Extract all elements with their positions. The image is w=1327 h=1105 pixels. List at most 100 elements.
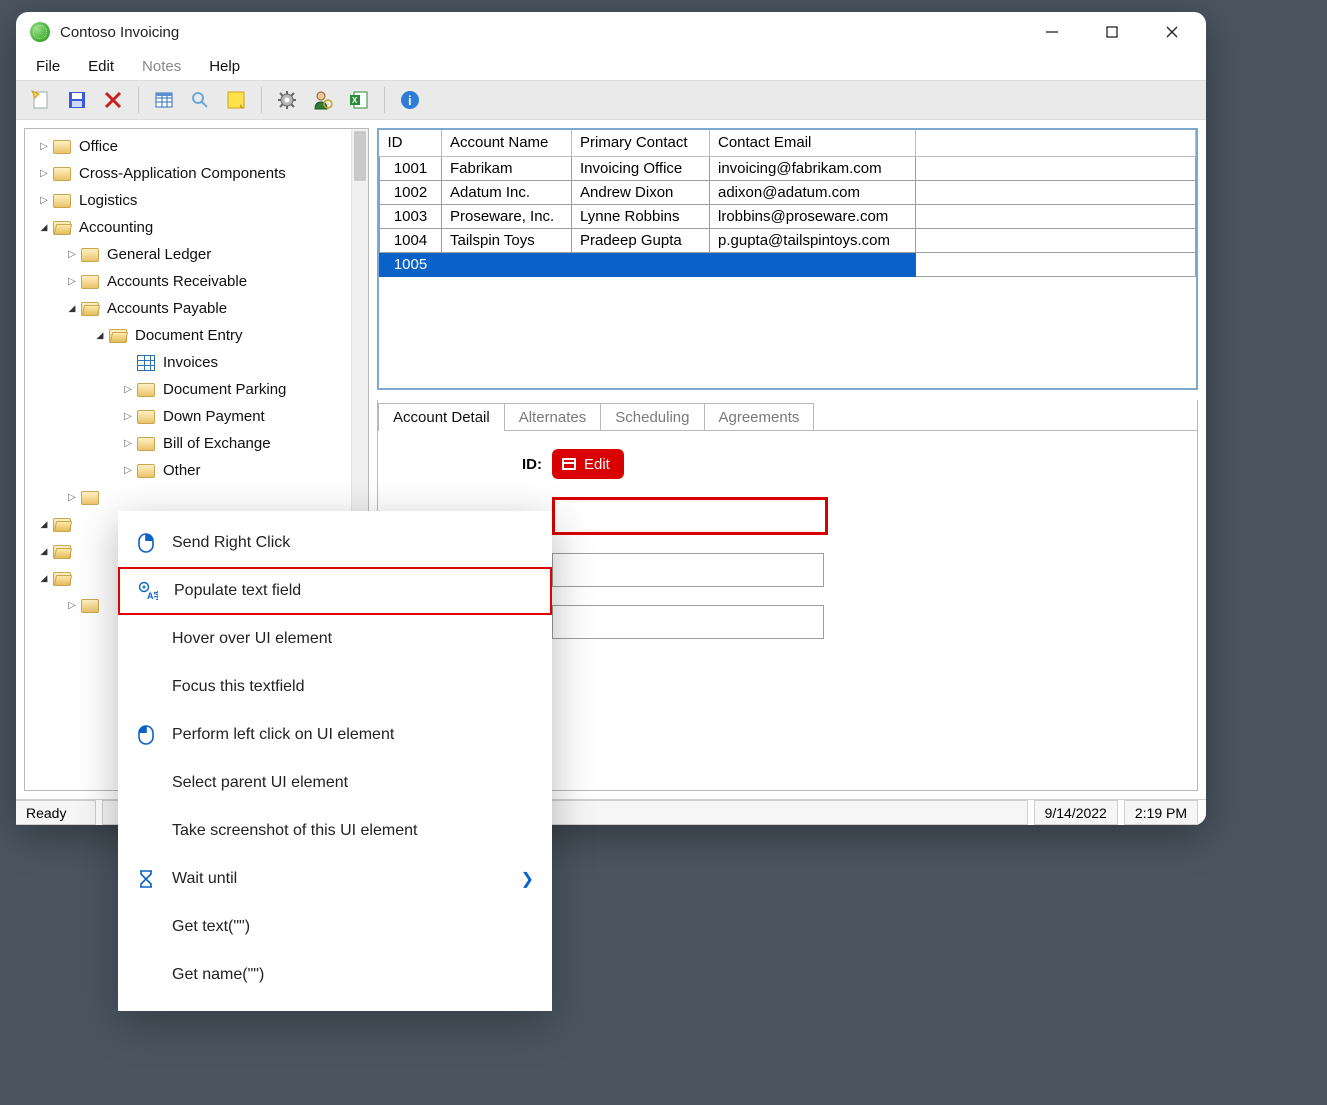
data-grid[interactable]: ID Account Name Primary Contact Contact … (377, 128, 1198, 390)
context-menu-item[interactable]: Select parent UI element (118, 759, 552, 807)
table-cell[interactable]: Adatum Inc. (442, 180, 572, 204)
table-cell[interactable]: 1003 (380, 204, 442, 228)
minimize-button[interactable] (1022, 12, 1082, 52)
chevron-right-icon[interactable]: ▷ (121, 464, 135, 478)
toolbar-delete[interactable] (98, 85, 128, 115)
table-cell[interactable]: Pradeep Gupta (572, 228, 710, 252)
chevron-right-icon[interactable]: ▷ (121, 437, 135, 451)
chevron-down-icon[interactable]: ◢ (37, 518, 51, 532)
name-input[interactable] (552, 553, 824, 587)
context-menu-item[interactable]: Focus this textfield (118, 663, 552, 711)
toolbar-search[interactable] (185, 85, 215, 115)
tree-item[interactable]: ▷Document Parking (25, 376, 351, 403)
user-icon (312, 89, 334, 111)
table-cell[interactable]: Andrew Dixon (572, 180, 710, 204)
tree-item[interactable]: ▷Invoices (25, 349, 351, 376)
context-menu-item[interactable]: Get text("") (118, 903, 552, 951)
chevron-right-icon[interactable]: ▷ (65, 275, 79, 289)
table-cell[interactable]: 1001 (380, 156, 442, 180)
tree-item[interactable]: ▷Office (25, 133, 351, 160)
tab-account-detail[interactable]: Account Detail (378, 403, 505, 430)
toolbar-save[interactable] (62, 85, 92, 115)
grid-header-id[interactable]: ID (380, 130, 442, 156)
chevron-right-icon[interactable]: ▷ (121, 410, 135, 424)
menu-help[interactable]: Help (197, 56, 252, 77)
tab-alternates[interactable]: Alternates (504, 403, 602, 430)
toolbar-user[interactable] (308, 85, 338, 115)
table-cell[interactable]: p.gupta@tailspintoys.com (710, 228, 916, 252)
tree-item[interactable]: ▷ (25, 484, 351, 511)
table-cell[interactable]: invoicing@fabrikam.com (710, 156, 916, 180)
tab-scheduling[interactable]: Scheduling (600, 403, 704, 430)
context-menu-item[interactable]: Hover over UI element (118, 615, 552, 663)
grid-header-email[interactable]: Contact Email (710, 130, 916, 156)
maximize-button[interactable] (1082, 12, 1142, 52)
tree-item[interactable]: ▷Other (25, 457, 351, 484)
contact-input[interactable] (552, 605, 824, 639)
menu-notes[interactable]: Notes (130, 56, 193, 77)
context-menu-item[interactable]: Send Right Click (118, 519, 552, 567)
tree-item[interactable]: ▷Bill of Exchange (25, 430, 351, 457)
toolbar-excel[interactable]: X (344, 85, 374, 115)
context-menu-item[interactable]: A字Populate text field (118, 567, 552, 615)
context-menu-item[interactable]: Wait until❯ (118, 855, 552, 903)
table-cell[interactable] (572, 252, 710, 276)
table-cell[interactable]: Fabrikam (442, 156, 572, 180)
table-cell[interactable]: Invoicing Office (572, 156, 710, 180)
table-cell[interactable]: Lynne Robbins (572, 204, 710, 228)
tree-item[interactable]: ▷Logistics (25, 187, 351, 214)
window-title: Contoso Invoicing (60, 24, 179, 41)
grid-header-contact[interactable]: Primary Contact (572, 130, 710, 156)
toolbar-grid[interactable] (149, 85, 179, 115)
chevron-right-icon[interactable]: ▷ (65, 248, 79, 262)
table-cell[interactable] (710, 252, 916, 276)
chevron-down-icon[interactable]: ◢ (37, 221, 51, 235)
table-cell[interactable]: Tailspin Toys (442, 228, 572, 252)
grid-header-name[interactable]: Account Name (442, 130, 572, 156)
table-cell[interactable]: 1002 (380, 180, 442, 204)
tree-item[interactable]: ▷Accounts Receivable (25, 268, 351, 295)
context-menu-item[interactable]: Perform left click on UI element (118, 711, 552, 759)
table-row[interactable]: 1004Tailspin ToysPradeep Guptap.gupta@ta… (380, 228, 1196, 252)
close-button[interactable] (1142, 12, 1202, 52)
chevron-right-icon[interactable]: ▷ (37, 194, 51, 208)
tree-item[interactable]: ◢Accounts Payable (25, 295, 351, 322)
chevron-down-icon[interactable]: ◢ (37, 572, 51, 586)
toolbar-note[interactable] (221, 85, 251, 115)
chevron-right-icon[interactable]: ▷ (37, 167, 51, 181)
chevron-down-icon[interactable]: ◢ (37, 545, 51, 559)
edit-badge[interactable]: Edit (552, 449, 624, 479)
chevron-right-icon[interactable]: ▷ (65, 491, 79, 505)
table-cell[interactable]: 1004 (380, 228, 442, 252)
table-cell[interactable]: 1005 (380, 252, 442, 276)
context-menu-item[interactable]: Take screenshot of this UI element (118, 807, 552, 855)
tree-item[interactable]: ▷General Ledger (25, 241, 351, 268)
toolbar-settings[interactable] (272, 85, 302, 115)
table-cell[interactable]: adixon@adatum.com (710, 180, 916, 204)
table-cell[interactable]: Proseware, Inc. (442, 204, 572, 228)
table-row[interactable]: 1002Adatum Inc.Andrew Dixonadixon@adatum… (380, 180, 1196, 204)
table-row[interactable]: 1001FabrikamInvoicing Officeinvoicing@fa… (380, 156, 1196, 180)
tree-item[interactable]: ▷Down Payment (25, 403, 351, 430)
chevron-down-icon[interactable]: ◢ (93, 329, 107, 343)
toolbar-info[interactable]: i (395, 85, 425, 115)
table-cell[interactable] (442, 252, 572, 276)
tree-item[interactable]: ▷Cross-Application Components (25, 160, 351, 187)
id-input[interactable] (552, 497, 828, 535)
tree-item[interactable]: ◢Document Entry (25, 322, 351, 349)
chevron-right-icon[interactable]: ▷ (37, 140, 51, 154)
menu-edit[interactable]: Edit (76, 56, 126, 77)
toolbar-new[interactable] (26, 85, 56, 115)
chevron-right-icon[interactable]: ▷ (121, 383, 135, 397)
context-menu-item[interactable]: Get name("") (118, 951, 552, 999)
table-cell[interactable]: lrobbins@proseware.com (710, 204, 916, 228)
tab-agreements[interactable]: Agreements (704, 403, 815, 430)
scrollbar-thumb[interactable] (354, 131, 366, 181)
chevron-down-icon[interactable]: ◢ (65, 302, 79, 316)
table-row[interactable]: 1003Proseware, Inc.Lynne Robbinslrobbins… (380, 204, 1196, 228)
table-row[interactable]: 1005 (380, 252, 1196, 276)
chevron-right-icon[interactable]: ▷ (65, 599, 79, 613)
context-menu[interactable]: Send Right ClickA字Populate text fieldHov… (118, 511, 552, 1011)
menu-file[interactable]: File (24, 56, 72, 77)
tree-item[interactable]: ◢Accounting (25, 214, 351, 241)
